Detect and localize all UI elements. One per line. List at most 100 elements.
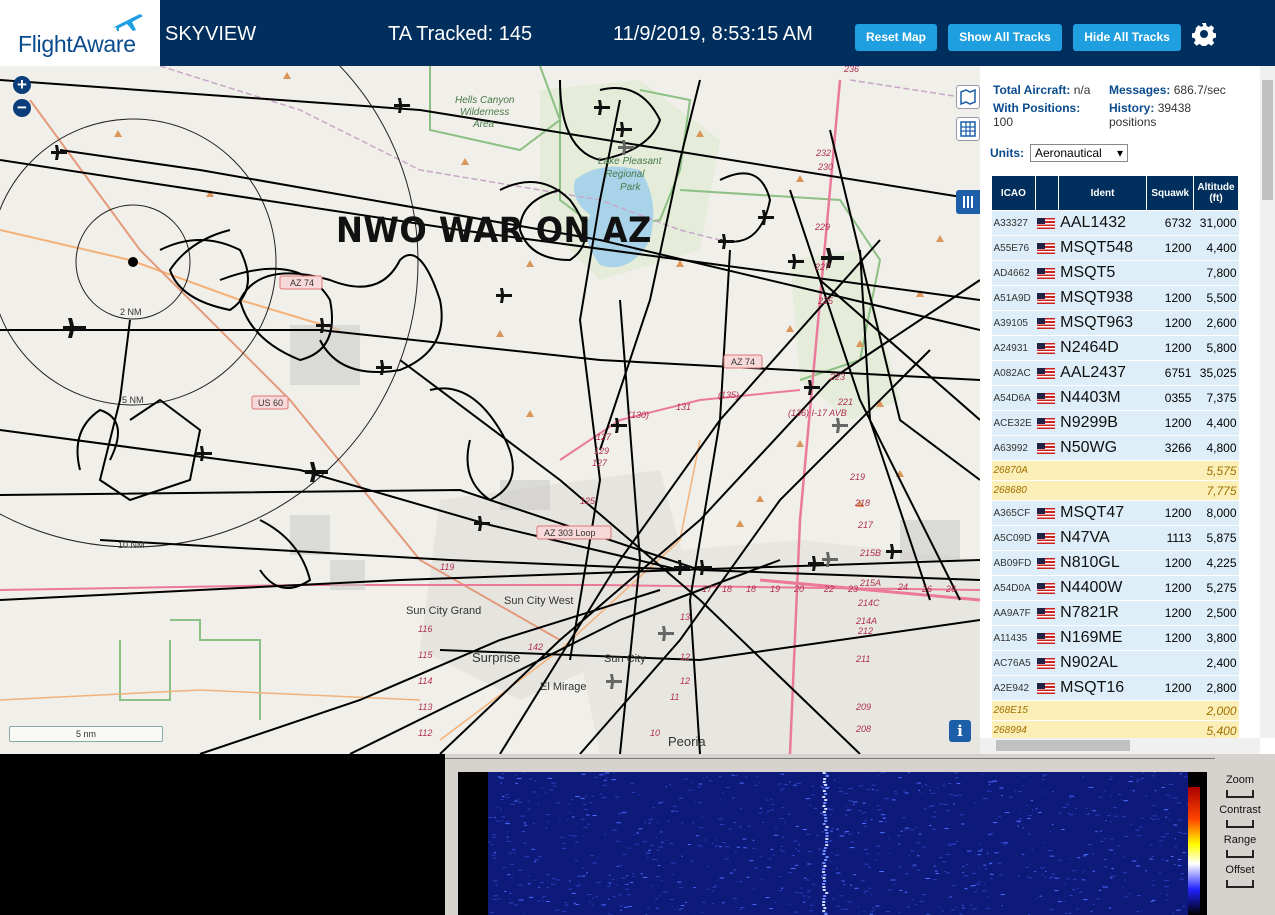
show-all-tracks-button[interactable]: Show All Tracks: [948, 24, 1062, 51]
flag-cell: [1035, 525, 1059, 551]
aircraft-row[interactable]: A24931 N2464D 1200 5,800: [991, 335, 1239, 361]
aircraft-row[interactable]: A51A9D MSQT938 1200 5,500: [991, 285, 1239, 311]
ident-cell: MSQT5: [1058, 260, 1147, 286]
aircraft-row[interactable]: AD4662 MSQT5 7,800: [991, 260, 1239, 286]
ident-cell: [1058, 460, 1147, 481]
aircraft-row[interactable]: A39105 MSQT963 1200 2,600: [991, 310, 1239, 336]
label-sun-city-west: Sun City West: [504, 595, 574, 607]
frequency-ruler: [445, 758, 1215, 763]
aircraft-row[interactable]: A2E942 MSQT16 1200 2,800: [991, 675, 1239, 701]
altitude-cell: 5,500: [1193, 285, 1239, 311]
aircraft-row[interactable]: A11435 N169ME 1200 3,800: [991, 625, 1239, 651]
altitude-cell: 31,000: [1193, 210, 1239, 236]
icao-cell: A33327: [991, 210, 1036, 236]
icao-cell: A51A9D: [991, 285, 1036, 311]
aircraft-row[interactable]: A54D6A N4403M 0355 7,375: [991, 385, 1239, 411]
aircraft-row[interactable]: A33327 AAL1432 6732 31,000: [991, 210, 1239, 236]
ident-cell: N47VA: [1058, 525, 1147, 551]
map-view[interactable]: Hells Canyon Wilderness Area Lake Pleasa…: [0, 66, 980, 754]
overlay-title-text: NWO WAR ON AZ: [336, 211, 652, 251]
flag-cell: [1035, 335, 1059, 361]
svg-text:215A: 215A: [859, 578, 881, 588]
col-flag[interactable]: [1034, 175, 1059, 211]
current-datetime: 11/9/2019, 8:53:15 AM: [613, 23, 813, 45]
logo-text: FlightAware: [18, 31, 136, 57]
aircraft-row[interactable]: A082AC AAL2437 6751 35,025: [991, 360, 1239, 386]
range-slider[interactable]: [1226, 850, 1254, 858]
squawk-cell: 1200: [1146, 675, 1194, 701]
aircraft-row[interactable]: 268680 7,775: [991, 480, 1239, 501]
map-canvas[interactable]: Hells Canyon Wilderness Area Lake Pleasa…: [0, 66, 980, 754]
map-layers-icon[interactable]: [956, 85, 980, 109]
info-icon[interactable]: i: [949, 720, 971, 742]
us-flag-icon: [1037, 393, 1056, 405]
svg-text:223: 223: [829, 372, 845, 382]
contrast-slider[interactable]: [1226, 820, 1254, 828]
panel-hscroll-thumb[interactable]: [996, 740, 1130, 751]
flag-cell: [1035, 235, 1059, 261]
aircraft-row[interactable]: ACE32E N9299B 1200 4,400: [991, 410, 1239, 436]
svg-text:13: 13: [680, 612, 690, 622]
offset-slider[interactable]: [1226, 880, 1254, 888]
panel-scroll-thumb[interactable]: [1262, 80, 1273, 200]
aircraft-row[interactable]: A5C09D N47VA 1113 5,875: [991, 525, 1239, 551]
flightaware-logo[interactable]: FlightAware: [0, 0, 160, 66]
us-flag-icon: [1037, 443, 1056, 455]
aircraft-row[interactable]: A54D0A N4400W 1200 5,275: [991, 575, 1239, 601]
zoom-out-icon[interactable]: −: [13, 99, 31, 117]
columns-icon[interactable]: [956, 190, 980, 214]
units-select[interactable]: Aeronautical ▾: [1030, 144, 1128, 162]
aircraft-row[interactable]: 268E15 2,000: [991, 700, 1239, 721]
reset-map-button[interactable]: Reset Map: [855, 24, 937, 51]
ident-cell: MSQT47: [1058, 500, 1147, 526]
aircraft-row[interactable]: AA9A7F N7821R 1200 2,500: [991, 600, 1239, 626]
hide-all-tracks-button[interactable]: Hide All Tracks: [1073, 24, 1181, 51]
svg-text:2 NM: 2 NM: [120, 307, 142, 317]
svg-text:18: 18: [722, 584, 732, 594]
altitude-cell: 4,400: [1193, 410, 1239, 436]
col-altitude[interactable]: Altitude (ft): [1192, 175, 1240, 211]
history-stat: History: 39438 positions: [1109, 101, 1192, 129]
ident-cell: N9299B: [1058, 410, 1147, 436]
aircraft-row[interactable]: A365CF MSQT47 1200 8,000: [991, 500, 1239, 526]
squawk-cell: [1146, 700, 1194, 721]
icao-cell: A39105: [991, 310, 1036, 336]
flag-cell: [1035, 285, 1059, 311]
altitude-cell: 5,575: [1193, 460, 1239, 481]
altitude-cell: 7,375: [1193, 385, 1239, 411]
flag-cell: [1035, 575, 1059, 601]
zoom-in-icon[interactable]: +: [13, 76, 31, 94]
grid-icon[interactable]: [956, 117, 980, 141]
ident-cell: N810GL: [1058, 550, 1147, 576]
col-icao[interactable]: ICAO: [991, 175, 1036, 211]
gear-icon[interactable]: [1192, 22, 1216, 46]
us-flag-icon: [1037, 683, 1056, 695]
svg-text:10: 10: [650, 728, 660, 738]
waterfall-display[interactable]: [458, 772, 1207, 915]
ident-cell: MSQT938: [1058, 285, 1147, 311]
squawk-cell: 1200: [1146, 410, 1194, 436]
squawk-cell: 1113: [1146, 525, 1194, 551]
us-flag-icon: [1037, 218, 1056, 230]
flag-cell: [1035, 550, 1059, 576]
svg-text:218: 218: [854, 498, 870, 508]
zoom-label: Zoom: [1225, 774, 1255, 786]
aircraft-row[interactable]: AC76A5 N902AL 2,400: [991, 650, 1239, 676]
icao-cell: AA9A7F: [991, 600, 1036, 626]
altitude-cell: 7,775: [1193, 480, 1239, 501]
aircraft-row[interactable]: AB09FD N810GL 1200 4,225: [991, 550, 1239, 576]
with-positions-stat: With Positions: 100: [993, 101, 1081, 129]
ident-cell: MSQT963: [1058, 310, 1147, 336]
squawk-cell: [1146, 650, 1194, 676]
us-flag-icon: [1037, 508, 1056, 520]
shield-us60: US 60: [258, 398, 283, 408]
aircraft-row[interactable]: 26870A 5,575: [991, 460, 1239, 481]
aircraft-row[interactable]: A55E76 MSQT548 1200 4,400: [991, 235, 1239, 261]
icao-cell: A54D6A: [991, 385, 1036, 411]
altitude-cell: 2,600: [1193, 310, 1239, 336]
col-squawk[interactable]: Squawk: [1146, 175, 1194, 211]
col-ident[interactable]: Ident: [1057, 175, 1148, 211]
svg-text:214A: 214A: [855, 616, 877, 626]
zoom-slider[interactable]: [1226, 790, 1254, 798]
aircraft-row[interactable]: A63992 N50WG 3266 4,800: [991, 435, 1239, 461]
